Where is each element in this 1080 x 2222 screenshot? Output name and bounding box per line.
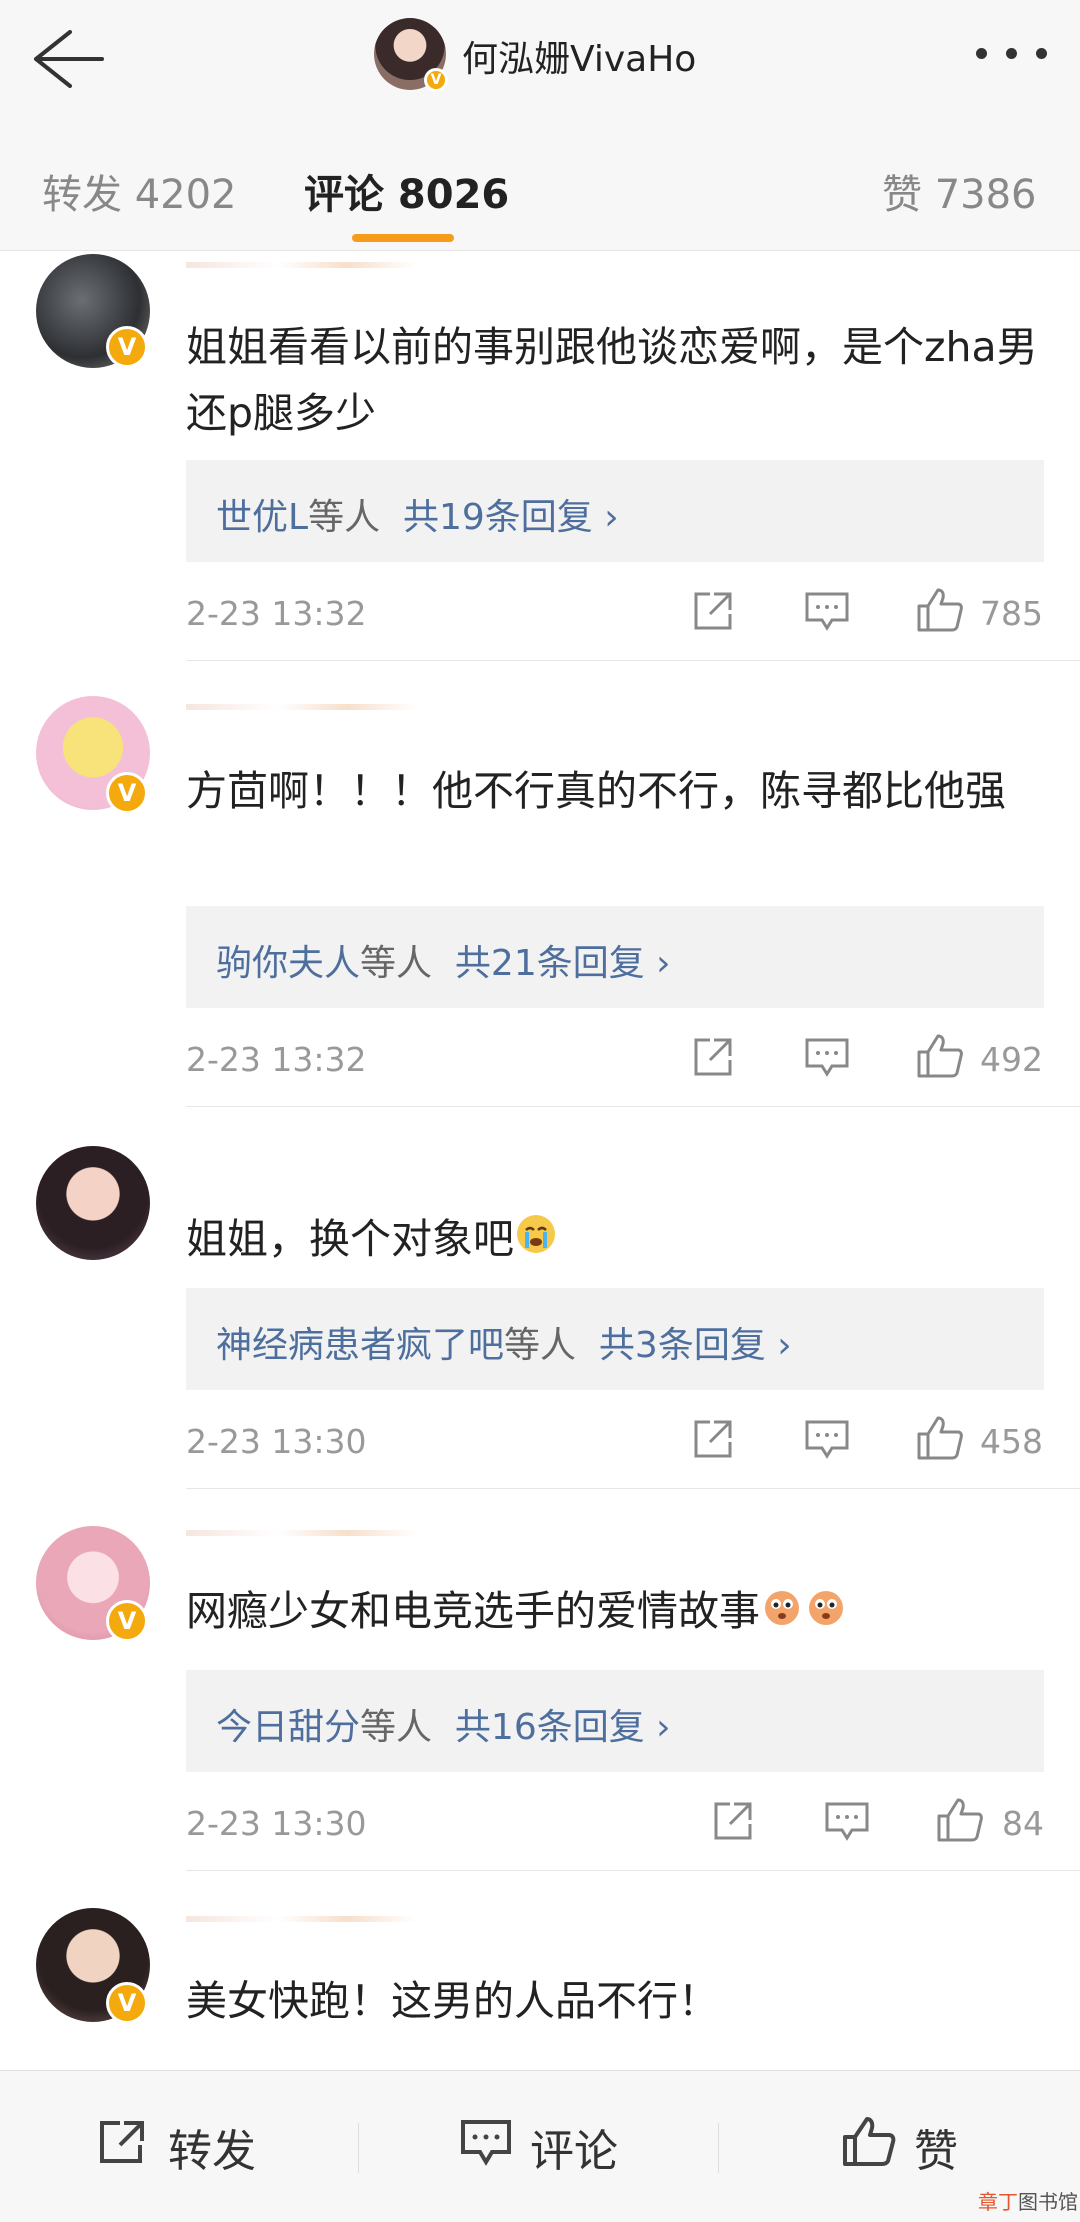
comment-text-content: 网瘾少女和电竞选手的爱情故事: [186, 1587, 760, 1635]
comment-icon[interactable]: [804, 1418, 850, 1460]
share-icon[interactable]: [690, 1418, 736, 1460]
comment-text: 方茴啊！！！他不行真的不行，陈寻都比他强: [186, 767, 1006, 815]
comment-item: V 方茴啊！！！他不行真的不行，陈寻都比他强 驹你夫人等人 共21条回复 › 2…: [0, 662, 1080, 1108]
reply-users[interactable]: 今日甜分: [216, 1707, 360, 1748]
like-icon: [843, 2117, 896, 2166]
username[interactable]: [186, 1530, 416, 1536]
reply-count-link[interactable]: 共19条回复 ›: [403, 497, 619, 538]
comment-icon[interactable]: [804, 590, 850, 632]
crying-emoji-icon: [514, 1209, 558, 1275]
more-icon[interactable]: [968, 34, 1058, 74]
like-icon[interactable]: [936, 1796, 983, 1842]
verified-badge-icon: V: [424, 68, 448, 92]
verified-badge-icon: V: [106, 772, 148, 814]
tab-comments[interactable]: 评论 8026: [304, 162, 509, 220]
repost-icon: [100, 2121, 144, 2163]
reply-users[interactable]: 驹你夫人: [216, 943, 360, 984]
comment-item: V 网瘾少女和电竞选手的爱情故事 今日甜分等人 共16条回复 › 2-23 13…: [0, 1490, 1080, 1872]
like-icon[interactable]: [916, 1414, 963, 1460]
comment-text: 姐姐看看以前的事别跟他谈恋爱啊，是个zha男还p腿多少: [186, 323, 1038, 437]
divider: [186, 660, 1080, 661]
divider: [186, 1870, 1080, 1871]
comment-button[interactable]: 评论: [460, 2107, 630, 2177]
username[interactable]: [186, 704, 416, 710]
share-icon[interactable]: [710, 1800, 756, 1842]
verified-badge-icon: V: [106, 326, 148, 368]
like-count: 492: [980, 1040, 1043, 1079]
like-label: 赞: [914, 2126, 958, 2177]
back-arrow-icon[interactable]: [26, 22, 106, 96]
divider: [186, 1106, 1080, 1107]
watermark-part-b: 图书馆: [1018, 2190, 1078, 2214]
reply-users[interactable]: 神经病患者疯了吧: [216, 1325, 504, 1366]
bottom-action-bar: 转发 评论 赞: [0, 2070, 1080, 2222]
like-icon[interactable]: [916, 1032, 963, 1078]
comment-item: 姐姐，换个对象吧 神经病患者疯了吧等人 共3条回复 › 2-23 13:30 4…: [0, 1108, 1080, 1490]
verified-badge-icon: V: [106, 1982, 148, 2024]
comment-time: 2-23 13:30: [186, 1422, 367, 1461]
username[interactable]: [186, 262, 416, 268]
like-button[interactable]: 赞: [842, 2107, 982, 2177]
tab-repost[interactable]: 转发 4202: [42, 162, 237, 220]
divider: [186, 1488, 1080, 1489]
repost-button[interactable]: 转发: [96, 2107, 266, 2177]
comment-text: 网瘾少女和电竞选手的爱情故事: [186, 1578, 1046, 1647]
comment-text: 姐姐，换个对象吧: [186, 1206, 1046, 1275]
watermark: 章丁图书馆: [978, 2186, 1078, 2215]
share-icon[interactable]: [690, 590, 736, 632]
username[interactable]: [186, 1916, 416, 1922]
like-icon[interactable]: [916, 586, 963, 632]
comment-time: 2-23 13:32: [186, 1040, 367, 1079]
comment-text-content: 姐姐，换个对象吧: [186, 1215, 514, 1263]
comment-icon[interactable]: [824, 1800, 870, 1842]
reply-preview[interactable]: 驹你夫人等人 共21条回复 ›: [186, 906, 1044, 1008]
reply-count-link[interactable]: 共16条回复 ›: [455, 1707, 671, 1748]
top-bar: V 何泓姗VivaHo: [0, 0, 1080, 119]
shocked-emoji-icon: [760, 1581, 850, 1647]
comment-item: V 美女快跑！这男的人品不行！: [0, 1872, 1080, 2070]
tab-bar: 转发 4202 评论 8026 赞 7386: [0, 118, 1080, 251]
like-count: 84: [1002, 1804, 1044, 1843]
comment-text: 美女快跑！这男的人品不行！: [186, 1977, 719, 2025]
reply-label: 等人: [360, 1707, 433, 1748]
reply-count-link[interactable]: 共21条回复 ›: [455, 943, 671, 984]
comment-icon: [461, 2120, 511, 2166]
comment-label: 评论: [530, 2126, 618, 2177]
reply-count-link[interactable]: 共3条回复 ›: [599, 1325, 792, 1366]
like-count: 785: [980, 594, 1043, 633]
divider: [718, 2123, 719, 2173]
like-count: 458: [980, 1422, 1043, 1461]
comment-time: 2-23 13:30: [186, 1804, 367, 1843]
page-title[interactable]: 何泓姗VivaHo: [462, 30, 696, 82]
repost-label: 转发: [168, 2126, 256, 2177]
watermark-part-a: 章丁: [978, 2190, 1018, 2214]
reply-preview[interactable]: 世优L等人 共19条回复 ›: [186, 460, 1044, 562]
reply-preview[interactable]: 神经病患者疯了吧等人 共3条回复 ›: [186, 1288, 1044, 1390]
reply-label: 等人: [308, 497, 381, 538]
share-icon[interactable]: [690, 1036, 736, 1078]
divider: [358, 2123, 359, 2173]
comment-icon[interactable]: [804, 1036, 850, 1078]
reply-users[interactable]: 世优L: [216, 497, 308, 538]
comment-time: 2-23 13:32: [186, 594, 367, 633]
reply-label: 等人: [360, 943, 433, 984]
reply-label: 等人: [504, 1325, 577, 1366]
reply-preview[interactable]: 今日甜分等人 共16条回复 ›: [186, 1670, 1044, 1772]
active-tab-indicator: [352, 234, 454, 242]
verified-badge-icon: V: [106, 1600, 148, 1642]
comment-item: V 姐姐看看以前的事别跟他谈恋爱啊，是个zha男还p腿多少 世优L等人 共19条…: [0, 250, 1080, 662]
avatar[interactable]: [36, 1146, 150, 1260]
tab-likes[interactable]: 赞 7386: [882, 162, 1037, 220]
